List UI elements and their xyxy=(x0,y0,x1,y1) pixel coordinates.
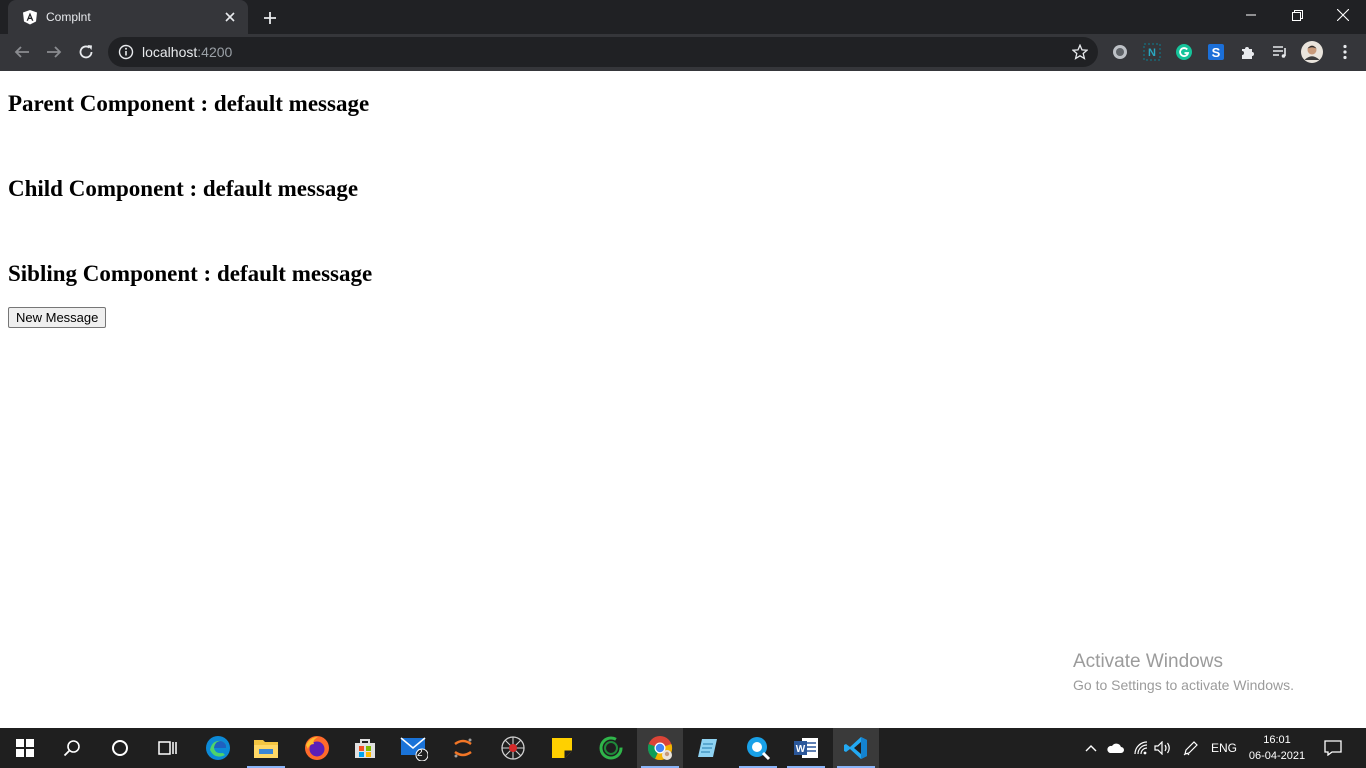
word-icon[interactable]: W xyxy=(783,728,829,768)
start-icon[interactable] xyxy=(2,728,48,768)
restore-icon[interactable] xyxy=(1274,0,1320,30)
profile-avatar[interactable] xyxy=(1301,41,1323,63)
tab-active[interactable]: Complnt xyxy=(8,0,248,34)
notepad-icon[interactable] xyxy=(685,728,731,768)
chrome-icon[interactable] xyxy=(637,728,683,768)
jupyter-icon[interactable] xyxy=(440,728,486,768)
clock-time: 16:01 xyxy=(1263,734,1291,746)
taskbar: 2 W ENG 16:01 06-04-2021 xyxy=(0,728,1366,768)
cortana-icon[interactable] xyxy=(97,728,143,768)
clock-date: 06-04-2021 xyxy=(1248,750,1306,762)
tab-title: Complnt xyxy=(46,10,91,24)
spider-app-icon[interactable] xyxy=(490,728,536,768)
child-component-heading: Child Component : default message xyxy=(8,176,359,201)
angular-logo-icon xyxy=(22,9,38,25)
notion-icon[interactable]: N xyxy=(1143,43,1161,61)
mail-icon[interactable]: 2 xyxy=(391,728,437,768)
parent-component-heading: Parent Component : default message xyxy=(8,91,370,116)
url-port: :4200 xyxy=(197,44,233,60)
close-icon[interactable] xyxy=(1320,0,1366,30)
svg-text:N: N xyxy=(1148,47,1156,59)
tab-strip: Complnt xyxy=(0,0,1366,34)
url-text: localhost:4200 xyxy=(142,44,232,60)
refresh-app-icon[interactable] xyxy=(588,728,634,768)
browser-toolbar: localhost:4200 N S xyxy=(0,34,1366,71)
sibling-component-heading: Sibling Component : default message xyxy=(8,261,373,286)
onedrive-icon[interactable] xyxy=(1104,728,1126,768)
puzzle-icon[interactable] xyxy=(1239,43,1257,61)
reload-button[interactable] xyxy=(72,38,100,66)
edge-icon[interactable] xyxy=(195,728,241,768)
sticky-notes-icon[interactable] xyxy=(539,728,585,768)
new-tab-button[interactable] xyxy=(258,6,282,30)
firefox-icon[interactable] xyxy=(294,728,340,768)
media-queue-icon[interactable] xyxy=(1271,43,1289,61)
watermark-title: Activate Windows xyxy=(1073,651,1223,672)
wifi-icon[interactable] xyxy=(1130,728,1152,768)
grammarly-icon[interactable] xyxy=(1175,43,1193,61)
page-content: Parent Component : default message Child… xyxy=(0,71,1366,728)
info-icon[interactable] xyxy=(118,44,134,60)
svg-text:W: W xyxy=(796,744,806,755)
close-tab-icon[interactable] xyxy=(220,7,240,27)
watermark-subtitle: Go to Settings to activate Windows. xyxy=(1073,677,1294,693)
maps-icon[interactable] xyxy=(735,728,781,768)
mail-badge: 2 xyxy=(417,748,423,759)
notifications-icon[interactable] xyxy=(1318,728,1348,768)
chevron-up-icon[interactable] xyxy=(1082,728,1100,768)
new-message-button[interactable]: New Message xyxy=(8,307,107,328)
s-extension-icon[interactable]: S xyxy=(1207,43,1225,61)
volume-icon[interactable] xyxy=(1152,728,1174,768)
activate-windows-watermark: Activate Windows Go to Settings to activ… xyxy=(1073,651,1294,693)
back-button[interactable] xyxy=(8,38,36,66)
clock[interactable]: 16:01 06-04-2021 xyxy=(1244,732,1310,764)
pen-icon[interactable] xyxy=(1180,728,1202,768)
vscode-icon[interactable] xyxy=(833,728,879,768)
menu-dots-icon[interactable] xyxy=(1336,43,1354,61)
record-icon[interactable] xyxy=(1111,43,1129,61)
bookmark-star-icon[interactable] xyxy=(1070,42,1090,62)
minimize-icon[interactable] xyxy=(1228,0,1274,30)
search-icon[interactable] xyxy=(49,728,95,768)
svg-text:S: S xyxy=(1212,45,1221,60)
store-icon[interactable] xyxy=(342,728,388,768)
url-host: localhost xyxy=(142,44,198,60)
language-indicator[interactable]: ENG xyxy=(1206,728,1242,768)
file-explorer-icon[interactable] xyxy=(243,728,289,768)
address-bar[interactable]: localhost:4200 xyxy=(108,37,1098,67)
forward-button[interactable] xyxy=(40,38,68,66)
task-view-icon[interactable] xyxy=(145,728,191,768)
